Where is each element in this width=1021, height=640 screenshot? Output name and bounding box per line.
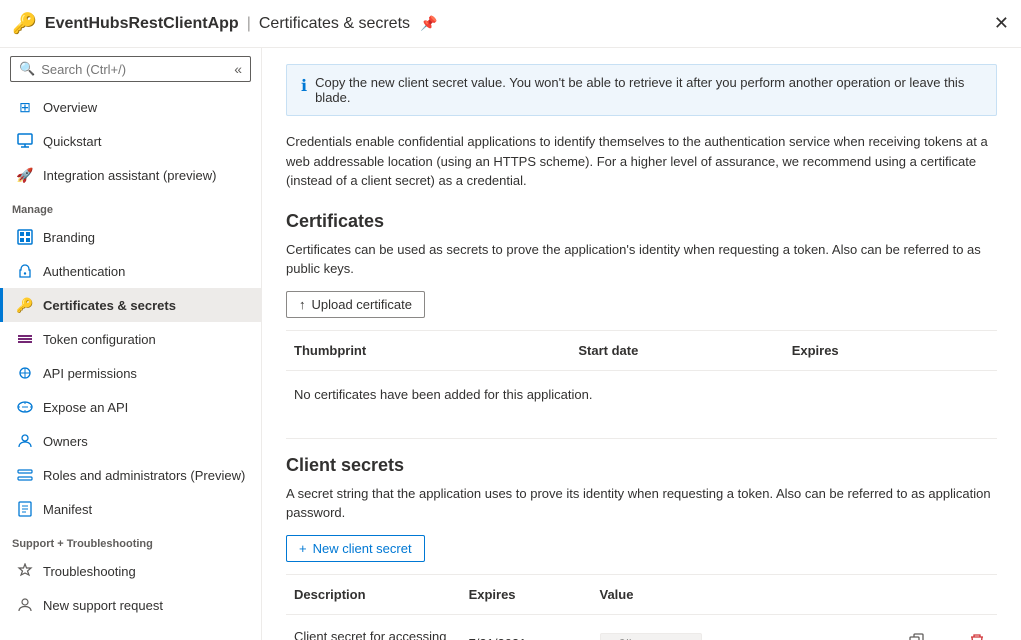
app-name: EventHubsRestClientApp	[45, 15, 239, 33]
secret-delete-cell	[957, 627, 997, 640]
sidebar-label-expose: Expose an API	[43, 400, 128, 415]
secrets-col-desc: Description	[286, 583, 461, 606]
integration-icon: 🚀	[15, 165, 35, 185]
sidebar-label-token: Token configuration	[43, 332, 156, 347]
secrets-col-empty3	[957, 583, 997, 606]
sidebar: 🔍 « ⊞ Overview Quickstart 🚀 Integration …	[0, 48, 262, 640]
title-bar-icon: 🔑	[12, 11, 37, 36]
certs-col-expires: Expires	[784, 339, 997, 362]
sidebar-item-expose[interactable]: Expose an API	[0, 390, 261, 424]
close-icon[interactable]: ✕	[994, 13, 1009, 34]
sidebar-label-integration: Integration assistant (preview)	[43, 168, 216, 183]
sidebar-label-authentication: Authentication	[43, 264, 125, 279]
sidebar-label-manifest: Manifest	[43, 502, 92, 517]
owners-icon	[15, 431, 35, 451]
certs-table-header: Thumbprint Start date Expires	[286, 330, 997, 371]
secrets-table: Description Expires Value Client secret …	[286, 574, 997, 640]
sidebar-label-api: API permissions	[43, 366, 137, 381]
certs-col-thumbprint: Thumbprint	[286, 339, 570, 362]
certs-col-startdate: Start date	[570, 339, 783, 362]
certificates-section: Certificates Certificates can be used as…	[286, 211, 997, 414]
sidebar-label-owners: Owners	[43, 434, 88, 449]
expose-icon	[15, 397, 35, 417]
upload-certificate-button[interactable]: ↑ Upload certificate	[286, 291, 425, 318]
sidebar-item-authentication[interactable]: Authentication	[0, 254, 261, 288]
info-banner-text: Copy the new client secret value. You wo…	[315, 75, 982, 105]
sidebar-item-api[interactable]: API permissions	[0, 356, 261, 390]
token-icon	[15, 329, 35, 349]
sidebar-item-owners[interactable]: Owners	[0, 424, 261, 458]
roles-icon	[15, 465, 35, 485]
search-box[interactable]: 🔍 «	[10, 56, 251, 82]
certificates-icon: 🔑	[15, 295, 35, 315]
sidebar-item-branding[interactable]: Branding	[0, 220, 261, 254]
client-secrets-section: Client secrets A secret string that the …	[286, 455, 997, 640]
quickstart-icon	[15, 131, 35, 151]
sidebar-label-support: New support request	[43, 598, 163, 613]
sidebar-item-manifest[interactable]: Manifest	[0, 492, 261, 526]
certificates-title: Certificates	[286, 211, 997, 232]
copy-secret-button[interactable]	[905, 631, 929, 640]
upload-icon: ↑	[299, 297, 306, 312]
secrets-table-header: Description Expires Value	[286, 574, 997, 615]
title-bar: 🔑 EventHubsRestClientApp | Certificates …	[0, 0, 1021, 48]
sidebar-label-troubleshooting: Troubleshooting	[43, 564, 136, 579]
main-content: ℹ Copy the new client secret value. You …	[262, 48, 1021, 640]
sidebar-label-roles: Roles and administrators (Preview)	[43, 468, 245, 483]
sidebar-item-token[interactable]: Token configuration	[0, 322, 261, 356]
overview-icon: ⊞	[15, 97, 35, 117]
troubleshoot-icon	[15, 561, 35, 581]
secrets-col-expires: Expires	[461, 583, 592, 606]
sidebar-item-overview[interactable]: ⊞ Overview	[0, 90, 261, 124]
credentials-description: Credentials enable confidential applicat…	[286, 132, 997, 191]
secrets-col-value: Value	[592, 583, 723, 606]
info-banner: ℹ Copy the new client secret value. You …	[286, 64, 997, 116]
manage-section-label: Manage	[0, 192, 261, 220]
delete-secret-button[interactable]	[965, 631, 989, 640]
client-secret-badge: <Client secret>	[600, 633, 703, 640]
sidebar-item-troubleshooting[interactable]: Troubleshooting	[0, 554, 261, 588]
client-secrets-desc: A secret string that the application use…	[286, 484, 997, 523]
support-icon	[15, 595, 35, 615]
secret-description: Client secret for accessing my Event Hub…	[286, 625, 461, 640]
branding-icon	[15, 227, 35, 247]
secret-copy-cell	[897, 627, 957, 640]
sidebar-label-overview: Overview	[43, 100, 97, 115]
new-client-secret-button[interactable]: + New client secret	[286, 535, 425, 562]
sidebar-label-branding: Branding	[43, 230, 95, 245]
sidebar-item-roles[interactable]: Roles and administrators (Preview)	[0, 458, 261, 492]
section-divider	[286, 438, 997, 439]
certificates-table: Thumbprint Start date Expires No certifi…	[286, 330, 997, 414]
manifest-icon	[15, 499, 35, 519]
sidebar-item-support[interactable]: New support request	[0, 588, 261, 622]
upload-btn-label: Upload certificate	[312, 297, 412, 312]
support-section-label: Support + Troubleshooting	[0, 526, 261, 554]
sidebar-item-integration[interactable]: 🚀 Integration assistant (preview)	[0, 158, 261, 192]
new-secret-btn-label: New client secret	[313, 541, 412, 556]
secrets-table-row: Client secret for accessing my Event Hub…	[286, 619, 997, 640]
secrets-col-empty2	[897, 583, 957, 606]
collapse-icon[interactable]: «	[234, 61, 242, 77]
sidebar-item-certificates[interactable]: 🔑 Certificates & secrets	[0, 288, 261, 322]
sidebar-label-certificates: Certificates & secrets	[43, 298, 176, 313]
search-icon: 🔍	[19, 61, 35, 77]
title-separator: |	[247, 15, 251, 33]
secrets-col-empty1	[722, 583, 897, 606]
plus-icon: +	[299, 541, 307, 556]
sidebar-label-quickstart: Quickstart	[43, 134, 102, 149]
page-title: Certificates & secrets	[259, 15, 410, 33]
certs-no-data: No certificates have been added for this…	[286, 375, 997, 414]
pin-icon[interactable]: 📌	[420, 15, 437, 32]
secret-value-cell: <Client secret>	[592, 629, 723, 640]
info-icon: ℹ	[301, 76, 307, 96]
api-icon	[15, 363, 35, 383]
authentication-icon	[15, 261, 35, 281]
certificates-desc: Certificates can be used as secrets to p…	[286, 240, 997, 279]
main-layout: 🔍 « ⊞ Overview Quickstart 🚀 Integration …	[0, 48, 1021, 640]
client-secrets-title: Client secrets	[286, 455, 997, 476]
sidebar-item-quickstart[interactable]: Quickstart	[0, 124, 261, 158]
secret-expires: 7/21/2021	[461, 632, 592, 640]
search-input[interactable]	[41, 62, 234, 77]
